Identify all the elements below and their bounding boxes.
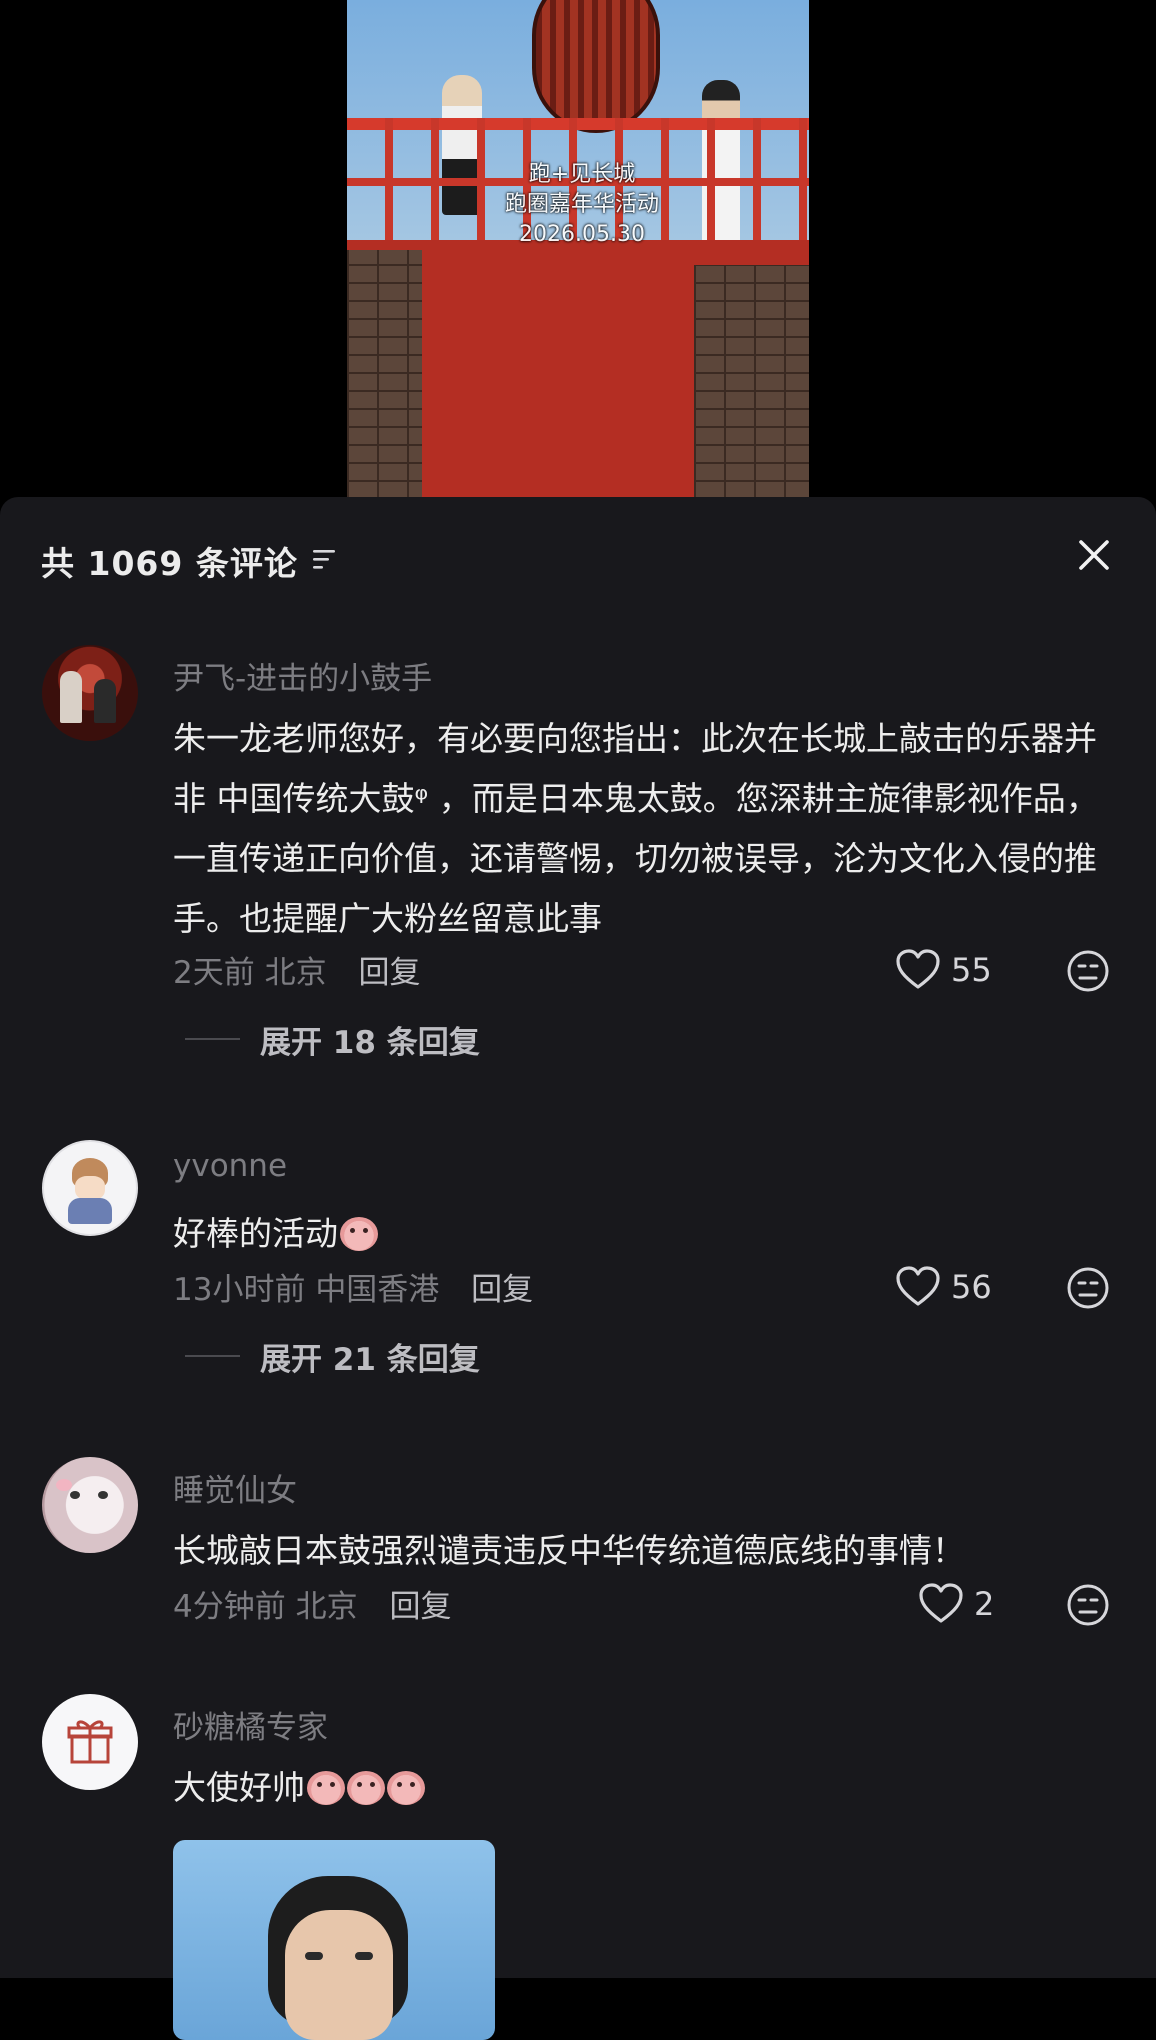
heart-icon	[919, 1583, 963, 1623]
like-count: 2	[974, 1585, 995, 1623]
like-button[interactable]: 55	[895, 945, 992, 995]
filter-icon[interactable]	[312, 547, 338, 571]
comment-text: 长城敲日本鼓强烈谴责违反中华传统道德底线的事情！	[173, 1531, 965, 1570]
video-caption-line1: 跑+见长城	[528, 162, 636, 187]
video-drum	[532, 0, 660, 133]
comments-count-title: 共 1069 条评论	[41, 544, 298, 583]
comment-text: 大使好帅	[173, 1758, 1118, 1818]
heart-icon	[896, 1266, 940, 1306]
expand-replies-label: 展开 18 条回复	[260, 1024, 480, 1061]
comment-username[interactable]: 砂糖橘专家	[173, 1702, 328, 1747]
expand-divider	[185, 1038, 240, 1040]
avatar[interactable]	[42, 1140, 138, 1236]
comment-time: 4分钟前	[173, 1589, 286, 1625]
comment-meta: 2天前 北京 回复	[173, 947, 420, 992]
avatar[interactable]	[42, 1694, 138, 1790]
video-wall-right	[694, 265, 809, 497]
video-wall-left	[347, 250, 422, 497]
video-caption: 跑+见长城 跑圈嘉年华活动 2026.05.30	[482, 160, 682, 250]
like-count: 56	[951, 1268, 992, 1306]
expand-replies-button[interactable]: 展开 21 条回复	[185, 1334, 480, 1378]
comment-meta: 4分钟前 北京 回复	[173, 1581, 451, 1626]
app-screen: 跑+见长城 跑圈嘉年华活动 2026.05.30 共 1069 条评论 尹飞-进…	[0, 0, 1156, 2040]
reply-button[interactable]: 回复	[471, 1272, 533, 1308]
video-preview[interactable]: 跑+见长城 跑圈嘉年华活动 2026.05.30	[347, 0, 809, 497]
video-caption-line2: 跑圈嘉年华活动	[504, 192, 659, 217]
comment-text-body: 大使好帅	[173, 1768, 305, 1807]
reply-button[interactable]: 回复	[358, 955, 420, 991]
portrait-face	[285, 1910, 393, 2040]
comment-username[interactable]: 睡觉仙女	[173, 1465, 297, 1510]
dislike-icon[interactable]	[1064, 1581, 1112, 1629]
comment-time: 13小时前	[173, 1272, 306, 1308]
reply-button[interactable]: 回复	[389, 1589, 451, 1625]
expand-divider	[185, 1355, 240, 1357]
pig-emoji-icon	[340, 1217, 378, 1251]
expand-replies-button[interactable]: 展开 18 条回复	[185, 1017, 480, 1061]
close-icon[interactable]	[1072, 533, 1116, 577]
comment-time: 2天前	[173, 955, 255, 991]
comment-text: 朱一龙老师您好，有必要向您指出：此次在长城上敲击的乐器并非 中国传统大鼓ᵠ ，而…	[173, 719, 1099, 938]
comment-text-body: 好棒的活动	[173, 1214, 338, 1253]
portrait-eye-left	[305, 1952, 323, 1960]
pig-emoji-icon	[387, 1771, 425, 1805]
comment-location: 中国香港	[315, 1272, 440, 1308]
comment-image-attachment[interactable]	[173, 1840, 495, 2040]
pig-emoji-icon	[347, 1771, 385, 1805]
gift-icon	[67, 1720, 113, 1764]
comment-username[interactable]: yvonne	[173, 1148, 287, 1184]
like-count: 55	[951, 951, 992, 989]
expand-replies-label: 展开 21 条回复	[260, 1341, 480, 1378]
portrait-eye-right	[355, 1952, 373, 1960]
comment-meta: 13小时前 中国香港 回复	[173, 1264, 533, 1309]
avatar[interactable]	[42, 645, 138, 741]
pig-emoji-icon	[307, 1771, 345, 1805]
video-caption-date: 2026.05.30	[519, 222, 645, 247]
dislike-icon[interactable]	[1064, 947, 1112, 995]
comment-location: 北京	[295, 1589, 358, 1625]
comment-location: 北京	[264, 955, 327, 991]
like-button[interactable]: 56	[895, 1262, 992, 1312]
dislike-icon[interactable]	[1064, 1264, 1112, 1312]
heart-icon	[896, 949, 940, 989]
avatar[interactable]	[42, 1457, 138, 1553]
like-button[interactable]: 2	[918, 1579, 994, 1629]
comment-username[interactable]: 尹飞-进击的小鼓手	[173, 653, 432, 698]
comment-text: 好棒的活动	[173, 1204, 1118, 1264]
